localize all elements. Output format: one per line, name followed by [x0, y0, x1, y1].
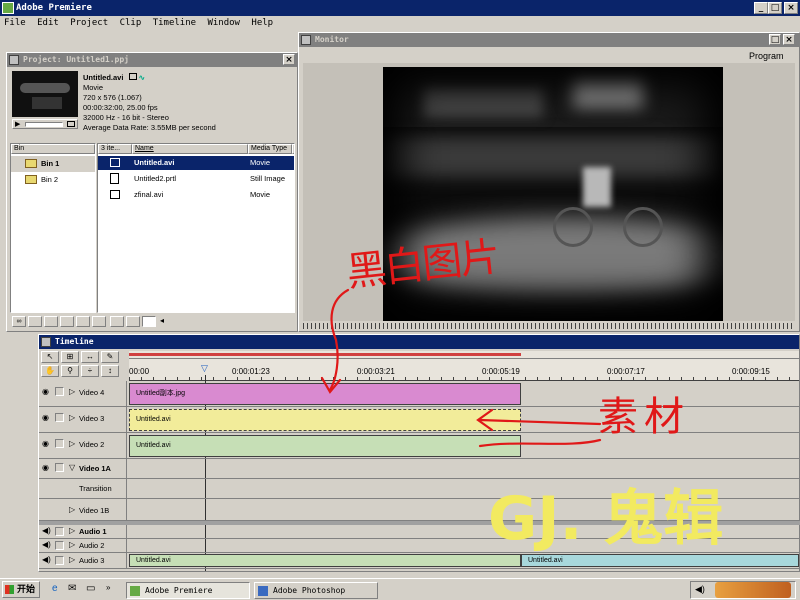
system-tray: ◀) — [690, 581, 796, 599]
annotation-bracket — [328, 288, 350, 392]
volume-icon[interactable]: ◀) — [695, 584, 705, 595]
quicklaunch-more-icon[interactable]: » — [106, 583, 110, 592]
windows-logo-icon — [5, 585, 14, 594]
outlook-quicklaunch-icon[interactable]: ✉ — [68, 583, 76, 594]
taskbar-button-photoshop[interactable]: Adobe Photoshop — [254, 582, 378, 599]
start-label: 开始 — [17, 584, 36, 594]
taskbar: 开始 e ✉ ▭ » Adobe Premiere Adobe Photosho… — [0, 578, 800, 600]
ie-quicklaunch-icon[interactable]: e — [52, 583, 58, 594]
photoshop-task-icon — [258, 586, 268, 596]
annotation-arrow — [478, 418, 602, 426]
annotation-bracket — [478, 438, 602, 448]
desktop-quicklaunch-icon[interactable]: ▭ — [86, 583, 95, 594]
taskbar-button-premiere[interactable]: Adobe Premiere — [126, 582, 250, 599]
watermark-text: GJ. 鬼辑 — [488, 484, 724, 554]
annotation-arrow — [320, 376, 342, 394]
task-label: Adobe Premiere — [145, 586, 213, 595]
task-label: Adobe Photoshop — [273, 586, 346, 595]
tray-logo-icon — [715, 582, 791, 598]
start-button[interactable]: 开始 — [2, 581, 40, 598]
annotation-text-material: 素材 — [598, 394, 690, 440]
premiere-task-icon — [130, 586, 140, 596]
